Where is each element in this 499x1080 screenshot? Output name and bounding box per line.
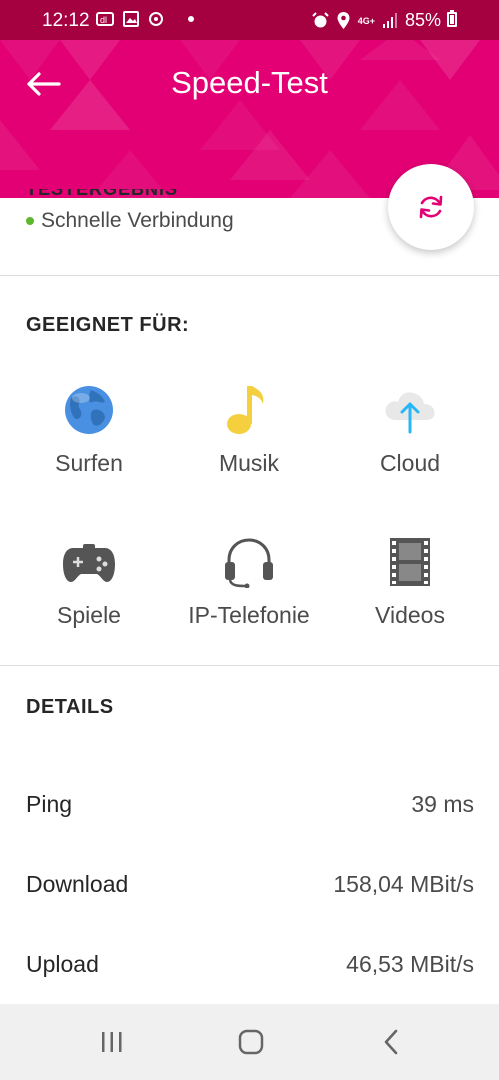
back-icon bbox=[384, 1029, 398, 1055]
status-bar: 12:12 dl 4G+ 85% bbox=[0, 0, 499, 40]
tile-cloud[interactable]: Cloud bbox=[327, 384, 493, 477]
tile-label: Cloud bbox=[379, 450, 441, 476]
gamepad-icon bbox=[63, 544, 115, 582]
image-icon bbox=[123, 11, 139, 27]
divider bbox=[0, 275, 499, 276]
divider bbox=[0, 665, 499, 666]
tile-spiele[interactable]: Spiele bbox=[6, 536, 172, 629]
detail-row-download: Download 158,04 MBit/s bbox=[26, 871, 474, 898]
tile-label: IP-Telefonie bbox=[188, 602, 310, 628]
home-button[interactable] bbox=[231, 1024, 271, 1060]
film-icon bbox=[390, 538, 430, 586]
signal-icon bbox=[382, 13, 397, 28]
tile-surfen[interactable]: Surfen bbox=[6, 384, 172, 477]
back-nav-button[interactable] bbox=[371, 1024, 411, 1060]
status-left-icons: dl bbox=[96, 11, 199, 27]
svg-text:dl: dl bbox=[100, 15, 107, 25]
page-title: Speed-Test bbox=[171, 65, 328, 100]
connection-status-text: Schnelle Verbindung bbox=[41, 209, 234, 232]
detail-label: Ping bbox=[26, 791, 73, 817]
sync-icon bbox=[149, 12, 163, 26]
detail-label: Upload bbox=[26, 951, 99, 977]
tile-label: Surfen bbox=[55, 450, 123, 476]
tile-label: Musik bbox=[218, 450, 280, 476]
headset-icon bbox=[225, 538, 273, 588]
tile-label: Spiele bbox=[57, 602, 121, 628]
globe-icon bbox=[65, 386, 113, 434]
home-icon bbox=[238, 1029, 264, 1055]
result-heading: TESTERGEBNIS bbox=[26, 189, 178, 198]
suitable-title: GEEIGNET FÜR: bbox=[26, 314, 190, 336]
detail-label: Download bbox=[26, 871, 129, 897]
cloud-upload-icon bbox=[385, 392, 435, 434]
recent-apps-button[interactable] bbox=[92, 1024, 132, 1060]
status-dot-icon bbox=[26, 217, 34, 225]
connection-status: Schnelle Verbindung bbox=[26, 209, 234, 233]
battery-percent: 85% bbox=[404, 10, 441, 30]
tile-musik[interactable]: Musik bbox=[166, 384, 332, 477]
detail-value: 39 ms bbox=[411, 791, 474, 817]
detail-row-ping: Ping 39 ms bbox=[26, 791, 474, 818]
refresh-icon bbox=[419, 195, 443, 219]
recent-apps-icon bbox=[102, 1032, 122, 1052]
system-nav-bar bbox=[0, 1004, 499, 1080]
dot-icon bbox=[188, 16, 194, 22]
network-type: 4G+ bbox=[357, 15, 375, 26]
status-right-icons: 4G+ 85% bbox=[311, 10, 441, 31]
notification-app-icon: dl bbox=[96, 12, 114, 26]
tile-videos[interactable]: Videos bbox=[327, 536, 493, 629]
location-icon bbox=[337, 12, 350, 29]
tile-ip-telefonie[interactable]: IP-Telefonie bbox=[166, 536, 332, 629]
battery-icon bbox=[447, 10, 457, 27]
detail-value: 46,53 MBit/s bbox=[346, 951, 474, 977]
tile-label: Videos bbox=[375, 602, 445, 628]
refresh-button[interactable] bbox=[388, 164, 474, 250]
status-time: 12:12 bbox=[42, 10, 90, 31]
detail-row-upload: Upload 46,53 MBit/s bbox=[26, 951, 474, 978]
alarm-icon bbox=[311, 12, 329, 28]
music-note-icon bbox=[227, 386, 264, 434]
detail-value: 158,04 MBit/s bbox=[333, 871, 474, 897]
details-title: DETAILS bbox=[26, 696, 114, 718]
